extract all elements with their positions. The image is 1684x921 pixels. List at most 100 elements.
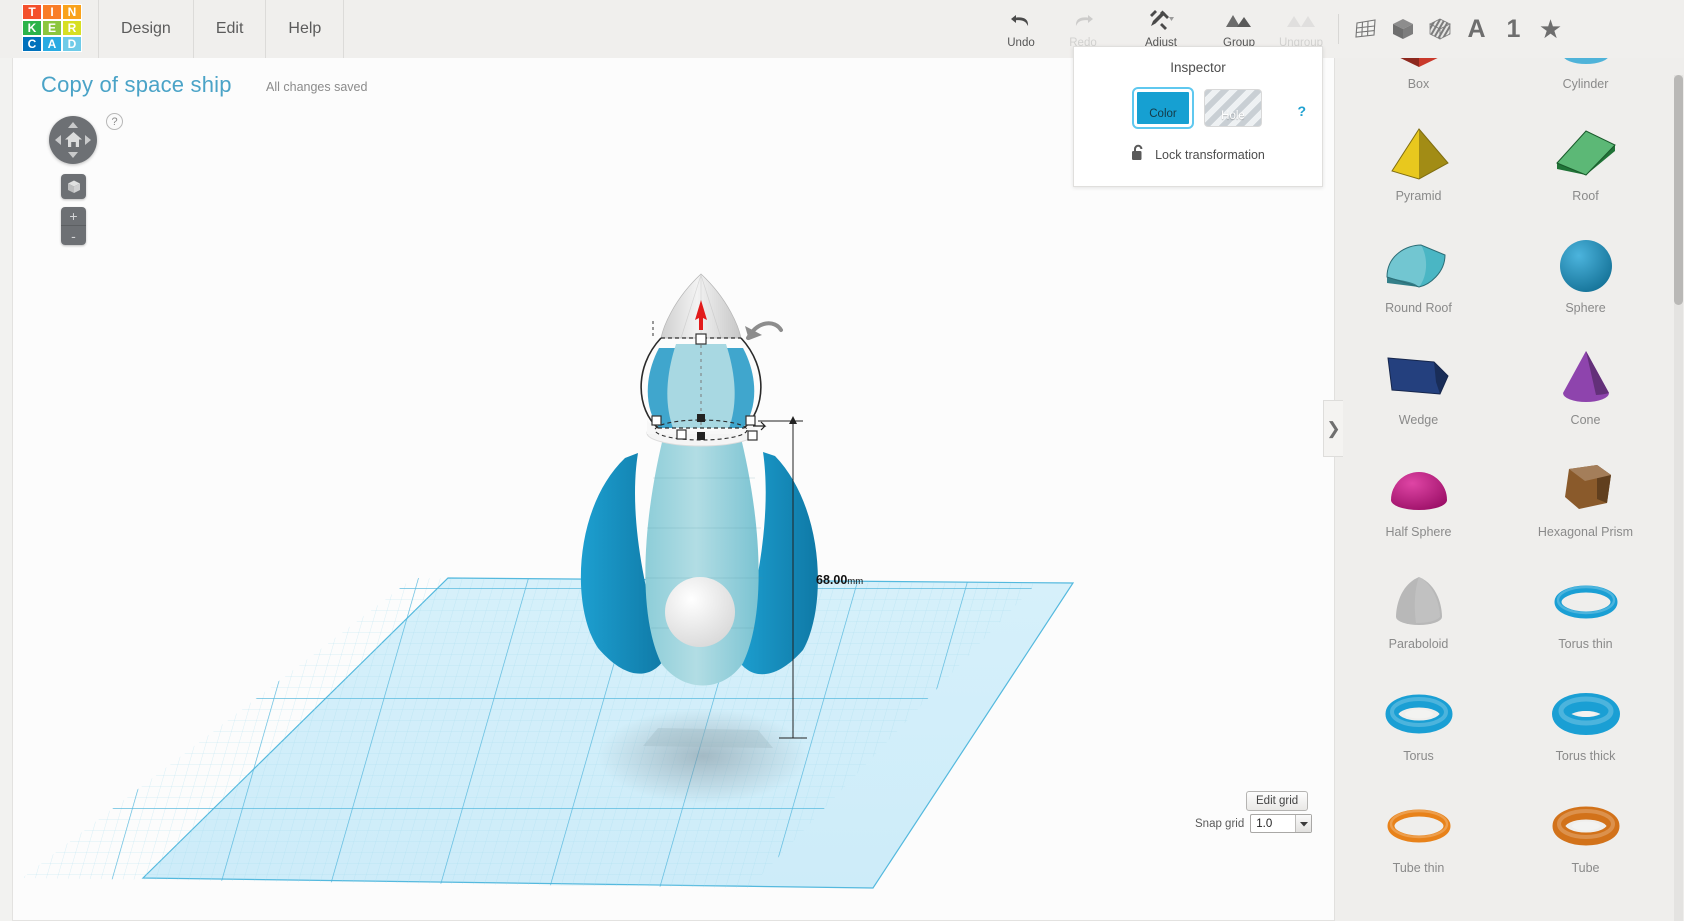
edit-grid-button[interactable]: Edit grid xyxy=(1246,791,1309,811)
logo-tile-e: E xyxy=(42,20,62,36)
undo-button[interactable]: Undo xyxy=(990,0,1052,58)
menu-design[interactable]: Design xyxy=(98,0,194,58)
shape-wedge[interactable]: Wedge xyxy=(1335,335,1502,447)
shape-round-roof[interactable]: Round Roof xyxy=(1335,223,1502,335)
shape-pyramid[interactable]: Pyramid xyxy=(1335,111,1502,223)
shape-torus-thin-label: Torus thin xyxy=(1558,637,1613,651)
shape-tube-thin-label: Tube thin xyxy=(1392,861,1445,875)
view-navigation-controls: ? + - xyxy=(49,113,159,245)
adjust-icon xyxy=(1147,7,1175,33)
undo-icon xyxy=(1009,7,1033,33)
view-mode-icons: A 1 ★ xyxy=(1330,0,1569,58)
shape-torus-thin-icon xyxy=(1547,569,1625,635)
shape-cylinder-label: Cylinder xyxy=(1562,77,1609,91)
star-icon[interactable]: ★ xyxy=(1532,0,1569,58)
shape-torus-thick-icon xyxy=(1547,681,1625,747)
dimension-unit: mm xyxy=(847,576,864,587)
height-dimension-label[interactable]: 68.00mm xyxy=(816,573,863,587)
logo-tile-i: I xyxy=(42,4,62,20)
shape-half-sphere-icon xyxy=(1381,457,1457,523)
shape-torus-icon xyxy=(1380,681,1458,747)
shape-hexagonal-prism-icon xyxy=(1549,457,1623,523)
logo-tile-r: R xyxy=(62,20,82,36)
orbit-up-arrow-icon[interactable] xyxy=(68,122,78,128)
shape-sphere[interactable]: Sphere xyxy=(1502,223,1669,335)
resize-handle-bottom-right xyxy=(745,415,756,426)
home-view-icon[interactable] xyxy=(64,130,83,154)
viewport-help-icon[interactable]: ? xyxy=(106,113,123,130)
striped-cube-icon[interactable] xyxy=(1421,0,1458,58)
shape-torus-thin[interactable]: Torus thin xyxy=(1502,559,1669,671)
undo-label: Undo xyxy=(1007,37,1035,49)
solid-cube-icon[interactable] xyxy=(1384,0,1421,58)
text-a-icon[interactable]: A xyxy=(1458,0,1495,58)
shape-roof-label: Roof xyxy=(1572,189,1599,203)
top-menu-bar: TINKERCAD Design Edit Help Undo Redo Adj… xyxy=(0,0,1684,58)
shape-wedge-icon xyxy=(1378,345,1460,411)
shape-tube-thin[interactable]: Tube thin xyxy=(1335,783,1502,895)
color-swatch-button[interactable]: Color xyxy=(1132,87,1194,129)
rocket-body xyxy=(645,430,759,686)
ungroup-icon xyxy=(1286,7,1316,33)
chevron-down-icon[interactable] xyxy=(1295,815,1312,832)
shape-tube[interactable]: Tube xyxy=(1502,783,1669,895)
logo-tile-t: T xyxy=(22,4,42,20)
resize-handle-front-right xyxy=(747,430,758,441)
shape-round-roof-icon xyxy=(1377,233,1461,299)
zoom-controls: + - xyxy=(61,207,86,245)
tinkercad-app: TINKERCAD Design Edit Help Undo Redo Adj… xyxy=(0,0,1684,921)
logo-tile-a: A xyxy=(42,36,62,52)
number-one-icon[interactable]: 1 xyxy=(1495,0,1532,58)
shape-pyramid-icon xyxy=(1378,121,1460,187)
hole-swatch-button[interactable]: Hole xyxy=(1204,89,1262,127)
hole-swatch-label: Hole xyxy=(1221,110,1245,122)
menu-edit[interactable]: Edit xyxy=(194,0,267,58)
orbit-right-arrow-icon[interactable] xyxy=(85,135,91,145)
lock-transformation-label: Lock transformation xyxy=(1155,148,1265,162)
view-orbit-disc[interactable] xyxy=(49,116,97,164)
shape-hexagonal-prism[interactable]: Hexagonal Prism xyxy=(1502,447,1669,559)
logo-tile-c: C xyxy=(22,36,42,52)
fit-to-view-button[interactable] xyxy=(61,174,86,199)
shape-box-label: Box xyxy=(1407,77,1430,91)
shapes-scrollbar-thumb[interactable] xyxy=(1674,75,1683,305)
tinkercad-logo[interactable]: TIN KER CAD xyxy=(22,4,82,52)
color-swatch-label: Color xyxy=(1149,108,1177,120)
workplane-grid-icon[interactable] xyxy=(1347,0,1384,58)
shape-tube-label: Tube xyxy=(1571,861,1600,875)
inspector-title: Inspector xyxy=(1170,60,1226,75)
shape-paraboloid-icon xyxy=(1384,569,1454,635)
zoom-out-button[interactable]: - xyxy=(61,226,86,245)
shape-roof-icon xyxy=(1545,121,1627,187)
model-shadow xyxy=(598,708,808,804)
shape-sphere-label: Sphere xyxy=(1565,301,1606,315)
shapes-panel-collapse-button[interactable]: ❯ xyxy=(1323,400,1343,457)
shape-cone[interactable]: Cone xyxy=(1502,335,1669,447)
shape-pyramid-label: Pyramid xyxy=(1395,189,1442,203)
menu-help[interactable]: Help xyxy=(266,0,345,58)
shape-paraboloid[interactable]: Paraboloid xyxy=(1335,559,1502,671)
shapes-grid: Box Cylinder Pyramid Roof Round Roof Sphere We… xyxy=(1335,37,1669,895)
group-icon xyxy=(1224,7,1254,33)
shape-torus[interactable]: Torus xyxy=(1335,671,1502,783)
shape-round-roof-label: Round Roof xyxy=(1385,301,1452,315)
shape-cone-icon xyxy=(1551,345,1621,411)
inspector-panel: Inspector Color Hole ? Lock transformati… xyxy=(1073,46,1323,187)
shape-paraboloid-label: Paraboloid xyxy=(1388,637,1449,651)
shape-half-sphere-label: Half Sphere xyxy=(1385,525,1452,539)
orbit-left-arrow-icon[interactable] xyxy=(55,135,61,145)
logo-tile-n: N xyxy=(62,4,82,20)
snap-grid-select[interactable]: 1.0 xyxy=(1250,814,1313,833)
zoom-in-button[interactable]: + xyxy=(61,207,86,226)
lock-transformation-row[interactable]: Lock transformation xyxy=(1074,144,1322,166)
main-menu: Design Edit Help xyxy=(98,0,345,58)
shape-half-sphere[interactable]: Half Sphere xyxy=(1335,447,1502,559)
shape-wedge-label: Wedge xyxy=(1398,413,1439,427)
shape-tube-thin-icon xyxy=(1380,793,1458,859)
dimension-value: 68.00 xyxy=(816,573,848,587)
shape-torus-thick[interactable]: Torus thick xyxy=(1502,671,1669,783)
shape-roof[interactable]: Roof xyxy=(1502,111,1669,223)
shape-tube-icon xyxy=(1547,793,1625,859)
inspector-help-icon[interactable]: ? xyxy=(1297,103,1306,119)
unlock-padlock-icon[interactable] xyxy=(1131,144,1146,166)
